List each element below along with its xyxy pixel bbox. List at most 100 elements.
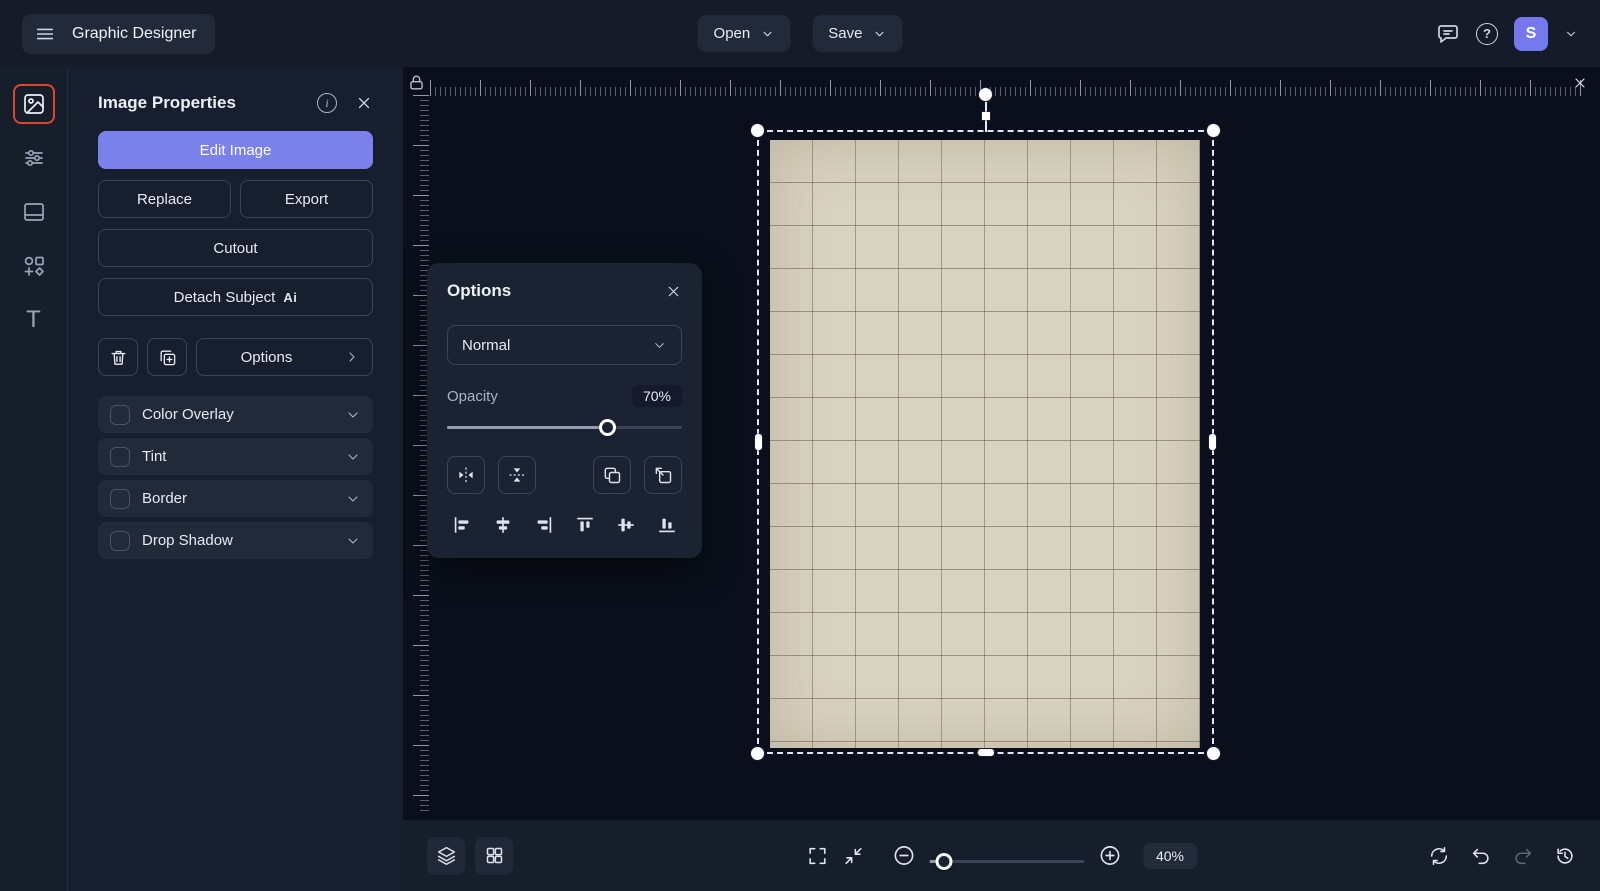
chevron-right-icon	[349, 352, 355, 362]
align-middle-vertical-icon[interactable]	[615, 514, 637, 536]
fit-screen-icon	[844, 847, 862, 864]
sidebar-item-shapes[interactable]	[13, 246, 55, 286]
fullscreen-icon	[808, 847, 826, 864]
resize-handle-ne[interactable]	[1207, 124, 1220, 137]
chevron-down-icon	[348, 411, 358, 418]
detach-subject-button[interactable]: Detach Subject Ai	[98, 278, 373, 316]
resize-handle-w[interactable]	[755, 434, 762, 450]
flip-horizontal-icon	[459, 467, 473, 483]
opacity-slider-knob[interactable]	[598, 419, 616, 436]
reset-view-button[interactable]	[1428, 845, 1450, 867]
undo-icon	[1472, 848, 1489, 864]
horizontal-ruler[interactable]	[430, 72, 1584, 96]
avatar[interactable]: S	[1514, 16, 1548, 51]
selected-image[interactable]	[770, 140, 1200, 748]
chevron-down-icon	[875, 31, 884, 36]
blend-mode-select[interactable]: Normal	[447, 325, 682, 365]
undo-button[interactable]	[1470, 845, 1492, 867]
panel-title: Image Properties	[98, 93, 236, 112]
opacity-label: Opacity	[447, 387, 498, 405]
border-checkbox[interactable]	[110, 488, 130, 509]
info-icon[interactable]: i	[317, 93, 337, 113]
flip-vertical-button[interactable]	[498, 456, 536, 494]
canvas-close-icon[interactable]	[1572, 75, 1588, 91]
resize-handle-e[interactable]	[1209, 434, 1216, 450]
blend-mode-value: Normal	[462, 336, 511, 354]
bring-forward-button[interactable]	[593, 456, 631, 494]
layers-button[interactable]	[427, 836, 465, 875]
templates-icon	[23, 203, 44, 221]
lock-icon[interactable]	[407, 73, 426, 92]
canvas-area[interactable]: Options Normal Opacity 70% 40%	[403, 67, 1600, 891]
export-button[interactable]: Export	[240, 180, 373, 218]
pages-grid-button[interactable]	[475, 836, 513, 875]
trash-icon	[110, 350, 126, 365]
align-bottom-icon[interactable]	[656, 514, 678, 536]
rotate-handle[interactable]	[978, 88, 992, 101]
fullscreen-button[interactable]	[806, 845, 828, 867]
zoom-in-button[interactable]	[1098, 844, 1121, 867]
zoom-slider[interactable]	[928, 853, 1084, 870]
toggle-tint[interactable]: Tint	[98, 438, 373, 475]
popup-close-icon[interactable]	[665, 283, 682, 300]
zoom-out-button[interactable]	[892, 844, 915, 867]
align-left-icon[interactable]	[451, 514, 473, 536]
align-right-icon[interactable]	[533, 514, 555, 536]
resize-handle-se[interactable]	[1207, 747, 1220, 760]
account-chevron-down-icon[interactable]	[1564, 27, 1578, 41]
align-top-icon[interactable]	[574, 514, 596, 536]
cutout-button[interactable]: Cutout	[98, 229, 373, 267]
redo-button[interactable]	[1512, 845, 1534, 867]
top-anchor-handle[interactable]	[981, 112, 990, 120]
resize-handle-s[interactable]	[977, 749, 994, 756]
redo-icon	[1515, 848, 1532, 864]
zoom-value[interactable]: 40%	[1142, 842, 1198, 869]
zoom-slider-knob[interactable]	[935, 853, 953, 870]
image-icon	[23, 94, 44, 114]
reset-icon	[1430, 846, 1448, 865]
toggle-border[interactable]: Border	[98, 480, 373, 517]
grid-icon	[486, 847, 502, 864]
send-backward-button[interactable]	[644, 456, 682, 494]
chevron-down-icon	[348, 537, 358, 544]
image-properties-panel: Image Properties i Edit Image Replace Ex…	[68, 67, 403, 891]
toggle-drop-shadow[interactable]: Drop Shadow	[98, 522, 373, 559]
save-button[interactable]: Save	[812, 15, 903, 52]
open-button[interactable]: Open	[697, 15, 791, 52]
app-title: Graphic Designer	[72, 24, 197, 42]
menu-icon[interactable]	[34, 23, 56, 45]
popup-title: Options	[447, 281, 512, 300]
sidebar-item-adjustments[interactable]	[13, 138, 55, 178]
sidebar-item-image[interactable]	[12, 84, 55, 124]
opacity-slider[interactable]	[447, 419, 682, 436]
toggle-color-overlay[interactable]: Color Overlay	[98, 396, 373, 433]
tint-checkbox[interactable]	[110, 446, 130, 467]
flip-vertical-icon	[509, 468, 525, 482]
resize-handle-nw[interactable]	[751, 124, 764, 137]
fit-screen-button[interactable]	[842, 845, 864, 867]
vertical-ruler[interactable]	[405, 95, 429, 813]
help-icon[interactable]: ?	[1476, 22, 1498, 45]
replace-button[interactable]: Replace	[98, 180, 231, 218]
drop-shadow-checkbox[interactable]	[110, 530, 130, 551]
ai-badge: Ai	[283, 289, 298, 305]
panel-close-icon[interactable]	[355, 94, 373, 112]
shapes-icon	[24, 256, 44, 276]
delete-button[interactable]	[98, 338, 138, 376]
sidebar-item-templates[interactable]	[13, 192, 55, 232]
flip-horizontal-button[interactable]	[447, 456, 485, 494]
options-button[interactable]: Options	[196, 338, 373, 376]
open-label: Open	[713, 25, 751, 42]
duplicate-button[interactable]	[147, 338, 187, 376]
align-center-horizontal-icon[interactable]	[492, 514, 514, 536]
color-overlay-checkbox[interactable]	[110, 404, 130, 425]
chevron-down-icon	[763, 31, 772, 36]
resize-handle-sw[interactable]	[751, 747, 764, 760]
adjustments-icon	[24, 149, 43, 167]
effect-toggles: Color Overlay Tint Border Drop Shadow	[98, 396, 373, 559]
chat-icon[interactable]	[1436, 22, 1460, 46]
history-button[interactable]	[1554, 845, 1576, 867]
sidebar-item-text[interactable]: T	[13, 300, 55, 340]
edit-image-button[interactable]: Edit Image	[98, 131, 373, 169]
save-label: Save	[828, 25, 863, 42]
